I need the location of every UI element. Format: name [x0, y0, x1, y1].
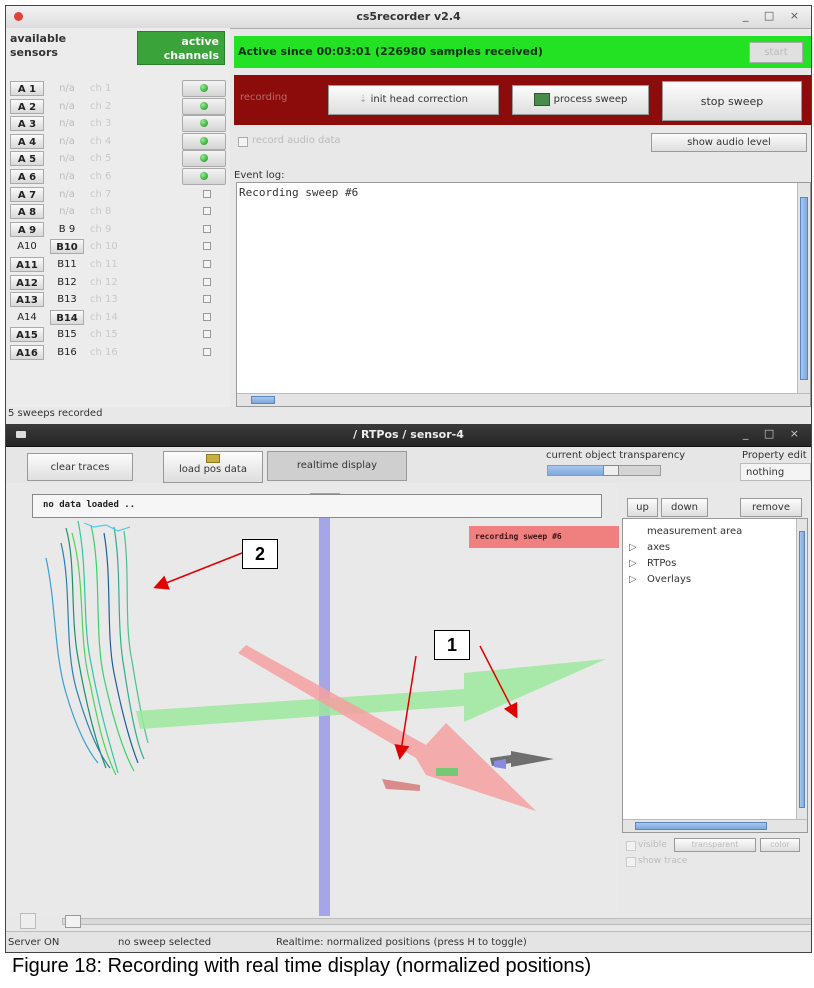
figure-caption: Figure 18: Recording with real time disp…	[12, 955, 592, 977]
annotation-arrow	[153, 552, 243, 590]
annotation-arrow	[394, 655, 417, 760]
annotation-label-2: 2	[242, 539, 278, 569]
annotation-arrow	[479, 645, 518, 719]
screenshot-frame: cs5recorder v2.4 _ □ × available sensors…	[5, 5, 812, 953]
annotation-label-1: 1	[434, 630, 470, 660]
annotation-arrows	[153, 552, 518, 760]
